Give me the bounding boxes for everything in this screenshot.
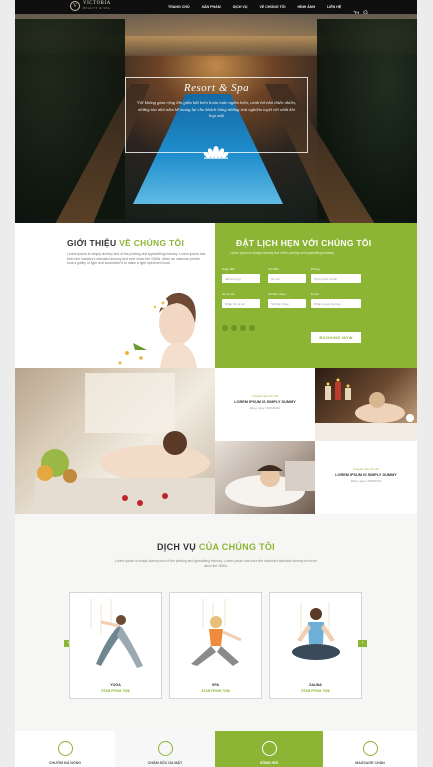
booking-now-button[interactable]: BOOKING NOW	[311, 332, 361, 343]
menu-item-about[interactable]: VỀ CHÚNG TÔI	[254, 5, 292, 9]
mail-icon[interactable]	[240, 325, 246, 331]
candle-massage-illustration	[315, 378, 417, 441]
menu-item-home[interactable]: TRANG CHỦ	[162, 5, 196, 9]
menu-item-gallery[interactable]: HÌNH ẢNH	[291, 5, 321, 9]
yoga-image	[71, 594, 160, 681]
menu-item-services[interactable]: DỊCH VỤ	[227, 5, 254, 9]
skype-icon[interactable]	[231, 325, 237, 331]
face-massage-illustration	[225, 461, 315, 507]
news-card-2[interactable]: Chuyên mục tin tức LOREM IPSUM IS SIMPLY…	[315, 441, 417, 514]
lotus-icon	[203, 146, 229, 159]
hero-text: Với không gian rộng lớn giữa bãi biển ho…	[137, 100, 296, 118]
email-field[interactable]: Nhập email của bạn	[311, 299, 361, 308]
service-card-sauna[interactable]: SAUNA STAR FROM 720$	[269, 592, 362, 699]
brand-subtitle: BEAUTY & SPA	[83, 6, 111, 10]
carousel-next-arrow[interactable]: ›	[358, 640, 367, 647]
feature-facial-care[interactable]: CHĂM SÓC DA MẶT	[115, 731, 215, 767]
page: V VICTORIA BEAUTY & SPA TRANG CHỦ SẢN PH…	[15, 0, 417, 767]
massage-bed-illustration	[35, 373, 215, 514]
field-label-date: Ngày đến	[222, 267, 235, 271]
feature-steam-bath[interactable]: XÔNG HƠI	[215, 731, 323, 767]
field-label-time: Giờ đến	[268, 267, 279, 271]
spa-image	[171, 594, 260, 681]
service-price: STAR FROM 720$	[301, 689, 330, 693]
services-section: DỊCH VỤ CỦA CHÚNG TÔI Lorem Ipsum is sim…	[15, 514, 417, 731]
hero-title: Resort & Spa	[183, 82, 250, 94]
hero-banner: Resort & Spa Với không gian rộng lớn giữ…	[15, 14, 417, 223]
name-field[interactable]: Nhập họ và tên	[222, 299, 260, 308]
booking-section: ĐẶT LỊCH HẸN VỚI CHÚNG TÔI Lorem Ipsum i…	[215, 223, 417, 368]
booking-title: ĐẶT LỊCH HẸN VỚI CHÚNG TÔI	[236, 238, 372, 248]
room-select[interactable]: Phòng tiêu chuẩn	[311, 274, 361, 283]
facebook-icon[interactable]	[222, 325, 228, 331]
news-card-1[interactable]: Chuyên mục tin tức LOREM IPSUM IS SIMPLY…	[215, 368, 315, 441]
linkedin-icon[interactable]	[249, 325, 255, 331]
search-icon[interactable]	[363, 3, 369, 16]
gallery-candle-image[interactable]	[315, 368, 417, 441]
about-section: GIỚI THIỆU VỀ CHÚNG TÔI Lorem Ipsum is s…	[15, 223, 215, 368]
main-menu: TRANG CHỦ SẢN PHẨM DỊCH VỤ VỀ CHÚNG TÔI …	[162, 0, 347, 14]
news-card-date: Đăng ngày 16/09/2019	[350, 479, 382, 483]
steam-icon	[261, 741, 277, 756]
field-label-phone: Số điện thoại	[268, 292, 286, 296]
news-card-title: LOREM IPSUM IS SIMPLY DUMMY	[335, 473, 397, 477]
news-card-title: LOREM IPSUM IS SIMPLY DUMMY	[234, 400, 296, 404]
menu-item-products[interactable]: SẢN PHẨM	[196, 5, 227, 9]
service-name: SAUNA	[309, 683, 322, 687]
news-card-category: Chuyên mục tin tức	[352, 467, 380, 471]
hero-trees-left	[15, 19, 125, 219]
about-title: GIỚI THIỆU VỀ CHÚNG TÔI	[67, 238, 185, 248]
face-icon	[157, 741, 173, 756]
about-text: Lorem Ipsum is simply dummy text of the …	[67, 252, 206, 266]
services-text: Lorem Ipsum is simply dummy text of the …	[115, 559, 317, 568]
social-links	[222, 325, 255, 331]
brand-logo[interactable]: V VICTORIA BEAUTY & SPA	[70, 1, 111, 11]
spa-woman-image	[115, 292, 197, 368]
menu-item-contact[interactable]: LIÊN HỆ	[321, 5, 347, 9]
news-card-category: Chuyên mục tin tức	[251, 394, 279, 398]
services-title: DỊCH VỤ CỦA CHÚNG TÔI	[157, 542, 275, 552]
gallery-massage-image[interactable]	[215, 441, 315, 514]
feature-hot-stones[interactable]: CHƯỜM ĐÁ NÓNG	[15, 731, 115, 767]
service-card-yoga[interactable]: YOGA STAR FROM 720$	[69, 592, 162, 699]
service-card-spa[interactable]: SPA STAR FROM 720$	[169, 592, 262, 699]
cart-icon[interactable]	[353, 3, 360, 16]
gallery-massage-bed-image[interactable]	[15, 368, 215, 514]
sauna-image	[271, 594, 360, 681]
news-card-date: Đăng ngày 16/09/2019	[249, 406, 281, 410]
field-label-email: Email	[311, 292, 319, 296]
service-name: YOGA	[110, 683, 121, 687]
date-field[interactable]: dd/mm/yyyy	[222, 274, 260, 283]
service-price: STAR FROM 720$	[201, 689, 230, 693]
feature-foot-massage[interactable]: MASSAGE CHÂN	[323, 731, 417, 767]
hero-sea	[105, 36, 325, 56]
hero-caption-box: Resort & Spa Với không gian rộng lớn giữ…	[125, 77, 308, 153]
time-field[interactable]: hh:mm	[268, 274, 306, 283]
field-label-room: Phòng	[311, 267, 320, 271]
foot-icon	[362, 741, 378, 756]
top-navbar: V VICTORIA BEAUTY & SPA TRANG CHỦ SẢN PH…	[15, 0, 417, 16]
service-name: SPA	[211, 683, 220, 687]
phone-field[interactable]: Số điện thoại	[268, 299, 306, 308]
logo-mark-icon: V	[70, 1, 80, 11]
stones-icon	[57, 741, 73, 756]
booking-subtitle: Lorem Ipsum is simply dummy text of the …	[230, 251, 335, 255]
service-price: STAR FROM 720$	[101, 689, 130, 693]
field-label-name: Họ và tên	[222, 292, 235, 296]
